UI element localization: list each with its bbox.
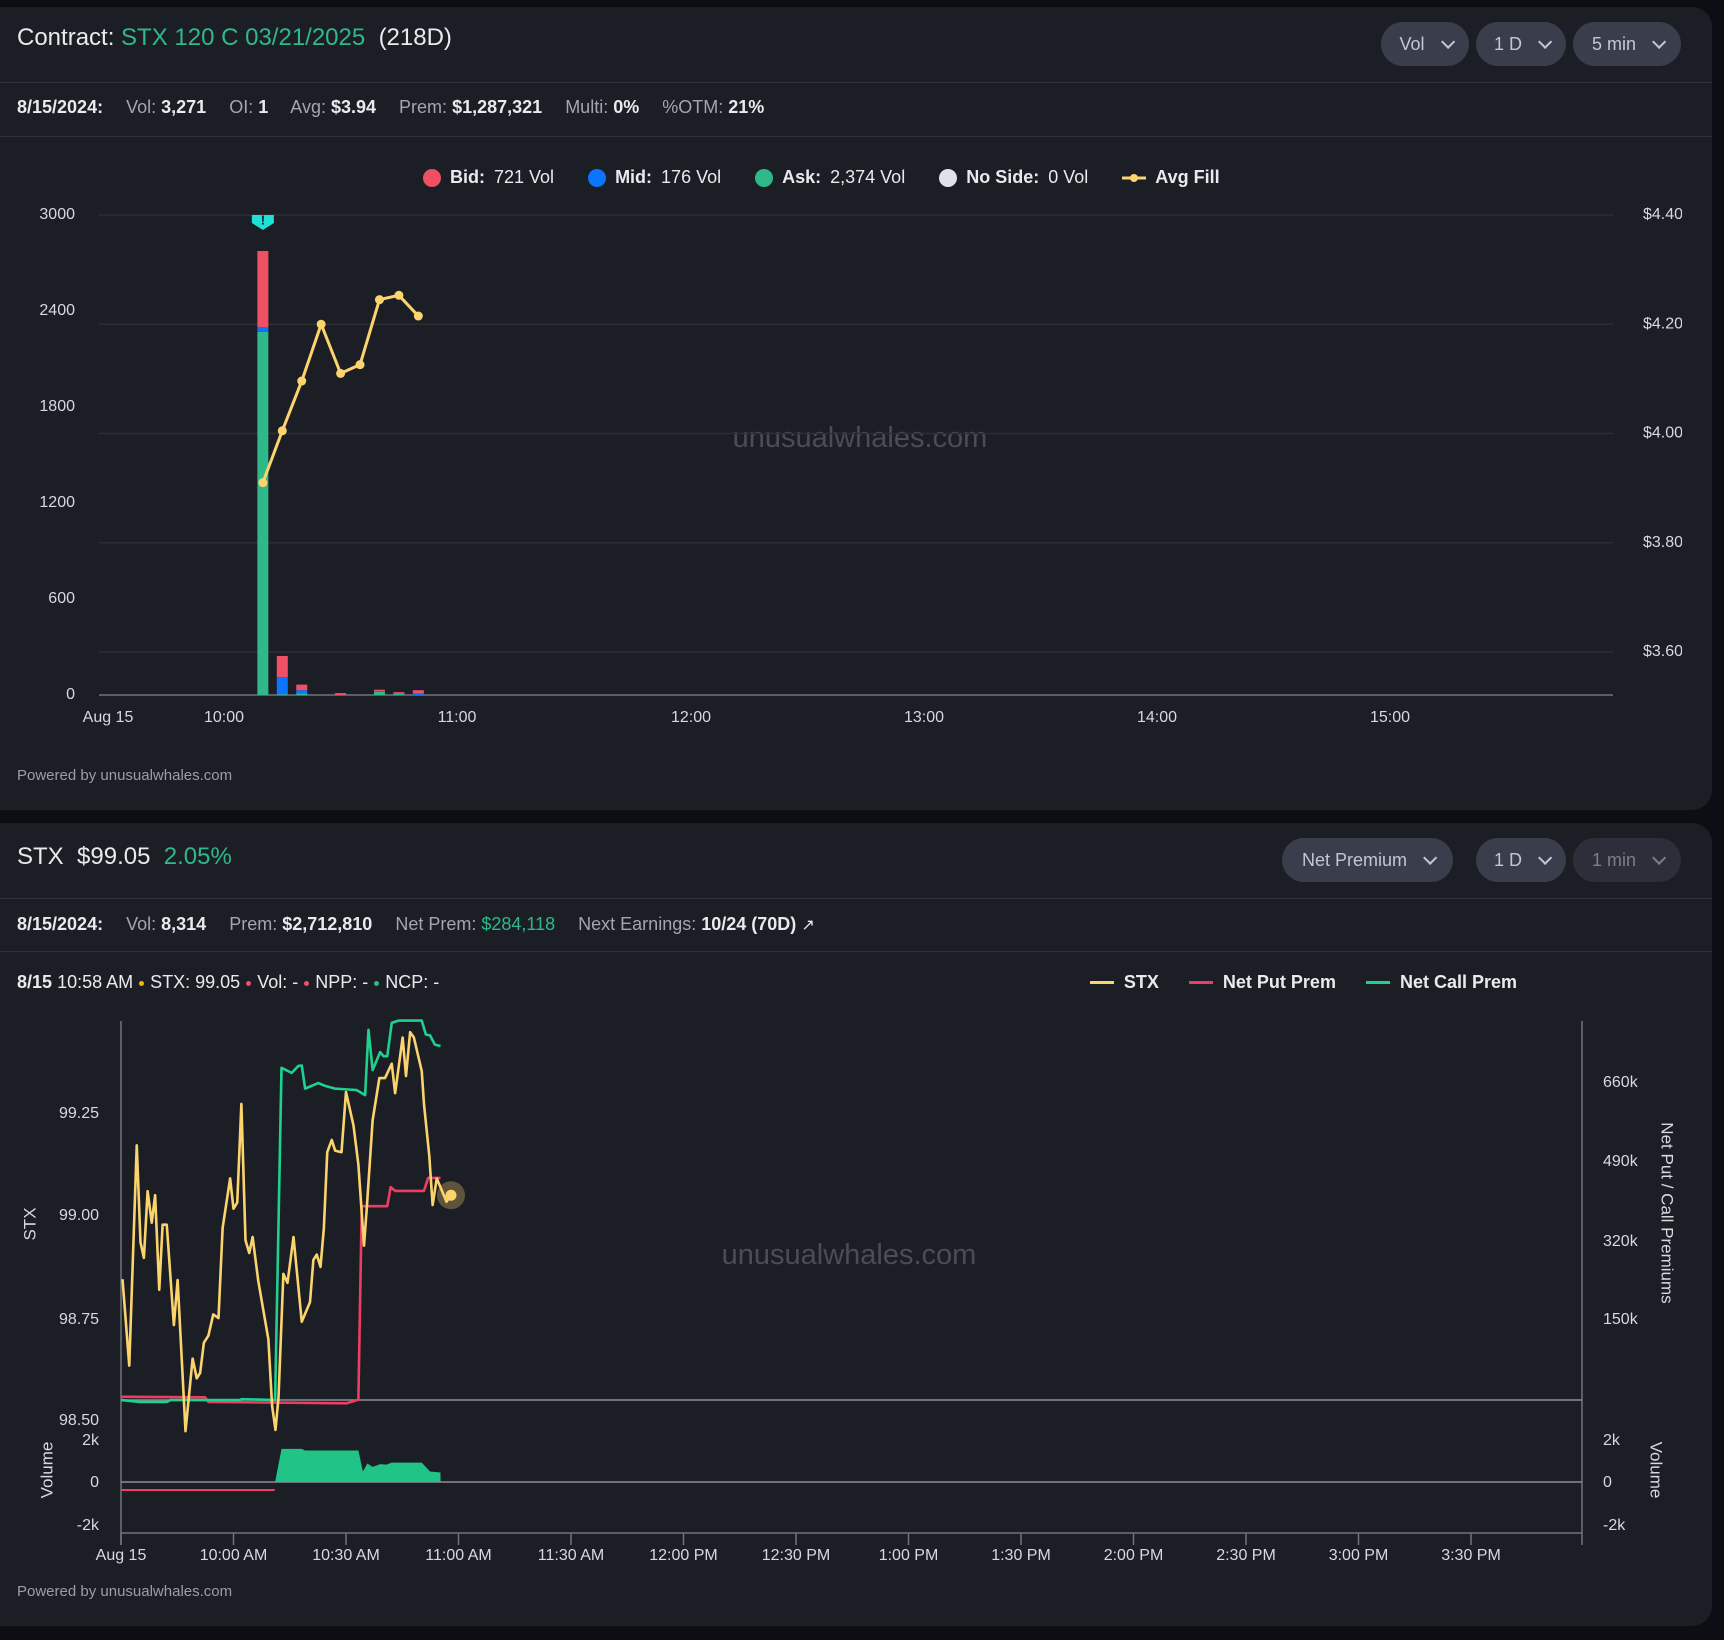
bar-bid (335, 693, 347, 695)
volume-tick-label-left: -2k (77, 1517, 100, 1534)
premium-tick-label: 490k (1603, 1153, 1639, 1170)
stx-tick-label: 99.25 (59, 1105, 99, 1122)
avg-fill-point (277, 426, 287, 436)
x-tick-label: Aug 15 (83, 709, 134, 726)
avg-fill-point (413, 311, 423, 321)
avg-fill-point (297, 376, 307, 386)
bar-bid (276, 655, 288, 678)
bar-ask (296, 693, 308, 695)
bar-bid (296, 684, 308, 691)
y-right-tick-label: $4.20 (1643, 315, 1683, 332)
bar-ask (257, 331, 269, 695)
x-tick-label: 12:00 (671, 709, 711, 726)
avg-fill-point (355, 360, 365, 370)
bar-bid (393, 692, 405, 694)
powered-by-link[interactable]: Powered by unusualwhales.com (17, 767, 232, 784)
bar-mid (257, 327, 269, 332)
x-tick-label: 3:30 PM (1441, 1547, 1501, 1564)
avg-fill-line (261, 293, 420, 484)
volume-tick-label-right: -2k (1603, 1517, 1626, 1534)
exclamation-badge-glyph: ! (261, 212, 265, 227)
x-tick-label: 3:00 PM (1329, 1547, 1389, 1564)
volume-area (121, 1448, 441, 1482)
y-left-axis-title: STX (20, 1207, 39, 1240)
stock-premium-chart: unusualwhales.com 99.25 99.00 98.75 98.50 66… (20, 1019, 1677, 1564)
x-tick-label: 11:00 AM (425, 1547, 491, 1564)
volume-axis-title-left: Volume (37, 1442, 56, 1499)
x-tick-label: 10:00 AM (200, 1547, 268, 1564)
y-left-tick-label: 1800 (39, 398, 75, 415)
x-tick-label: 10:30 AM (312, 1547, 380, 1564)
bar-bid (257, 251, 269, 327)
y-right-tick-label: $4.00 (1643, 425, 1683, 442)
volume-tick-label-left: 2k (82, 1432, 100, 1449)
avg-fill-point (316, 319, 326, 329)
avg-fill-point (336, 368, 346, 378)
y-right-axis-title: Net Put / Call Premiums (1658, 1122, 1677, 1303)
bar-bid (373, 689, 385, 691)
bar-ask (373, 691, 385, 695)
watermark: unusualwhales.com (733, 422, 988, 454)
avg-fill-point (258, 478, 268, 488)
bar-mid (373, 691, 385, 692)
bar-mid (276, 677, 288, 695)
x-tick-label: 12:30 PM (762, 1547, 830, 1564)
y-right-tick-label: $3.60 (1643, 643, 1683, 660)
stx-tick-label: 98.50 (59, 1412, 99, 1429)
volume-axis-title-right: Volume (1647, 1442, 1666, 1499)
x-tick-label: 1:00 PM (879, 1547, 939, 1564)
y-left-tick-label: 0 (66, 686, 75, 703)
stx-tick-label: 99.00 (59, 1207, 99, 1224)
bar-mid (296, 690, 308, 694)
x-tick-label: 10:00 (204, 709, 244, 726)
x-tick-label: 12:00 PM (649, 1547, 717, 1564)
volume-tick-label-right: 0 (1603, 1474, 1612, 1491)
stx-price-line (121, 1030, 453, 1433)
x-tick-label: 14:00 (1137, 709, 1177, 726)
x-tick-label: Aug 15 (96, 1547, 147, 1564)
bar-ask (393, 693, 405, 695)
avg-fill-point (374, 295, 384, 305)
premium-tick-label: 320k (1603, 1233, 1639, 1250)
avg-fill-point (394, 290, 404, 300)
bar-bid (412, 690, 424, 694)
premium-tick-label: 150k (1603, 1311, 1639, 1328)
x-tick-label: 11:00 (438, 709, 477, 726)
watermark: unusualwhales.com (722, 1239, 977, 1271)
x-tick-label: 2:00 PM (1104, 1547, 1164, 1564)
x-tick-label: 11:30 AM (538, 1547, 604, 1564)
y-right-tick-label: $3.80 (1643, 534, 1683, 551)
y-left-tick-label: 1200 (39, 494, 75, 511)
y-left-tick-label: 600 (48, 590, 75, 607)
bar-ask (276, 694, 288, 696)
y-right-tick-label: $4.40 (1643, 206, 1683, 223)
contract-volume-chart: unusualwhales.com $4.40 $4.20 $4.00 $3.80 $3… (39, 206, 1683, 726)
y-left-tick-label: 3000 (39, 206, 75, 223)
x-tick-label: 13:00 (904, 709, 944, 726)
contract-chart-panel: Contract: STX 120 C 03/21/2025 (218D) Vo… (0, 7, 1712, 810)
premium-tick-label: 660k (1603, 1074, 1639, 1091)
x-tick-label: 15:00 (1370, 709, 1410, 726)
powered-by-link[interactable]: Powered by unusualwhales.com (17, 1583, 232, 1600)
volume-tick-label-right: 2k (1603, 1432, 1621, 1449)
y-left-tick-label: 2400 (39, 302, 75, 319)
volume-tick-label-left: 0 (90, 1474, 99, 1491)
stx-tick-label: 98.75 (59, 1311, 99, 1328)
stock-chart-panel: STX $99.05 2.05% Net Premium 1 D 1 min 8… (0, 823, 1712, 1626)
bar-mid (412, 693, 424, 695)
x-tick-label: 1:30 PM (991, 1547, 1051, 1564)
hover-point (445, 1189, 457, 1201)
x-tick-label: 2:30 PM (1216, 1547, 1276, 1564)
